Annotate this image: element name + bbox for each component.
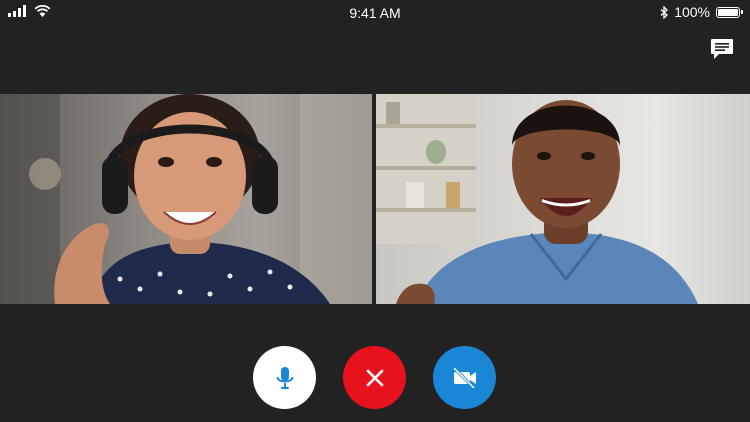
microphone-button[interactable]	[253, 346, 316, 409]
microphone-icon	[276, 366, 293, 389]
battery-percentage: 100%	[674, 4, 710, 20]
status-right: 100%	[660, 4, 743, 20]
participant-right-image	[376, 94, 698, 304]
status-bar: 9:41 AM 100%	[0, 0, 750, 26]
bluetooth-icon	[660, 5, 669, 19]
call-controls	[0, 346, 750, 410]
battery-fill	[718, 8, 738, 16]
video-off-icon	[452, 366, 476, 389]
camera-toggle-button[interactable]	[433, 346, 496, 409]
battery-icon	[716, 6, 743, 18]
chat-bubble-icon	[711, 39, 733, 59]
chat-button[interactable]	[710, 38, 738, 64]
participant-video-right[interactable]	[376, 94, 750, 304]
end-call-button[interactable]	[343, 346, 406, 409]
close-icon	[366, 369, 383, 386]
participant-left-image	[0, 94, 372, 304]
participant-video-left[interactable]	[0, 94, 372, 304]
status-time: 9:41 AM	[349, 5, 401, 21]
